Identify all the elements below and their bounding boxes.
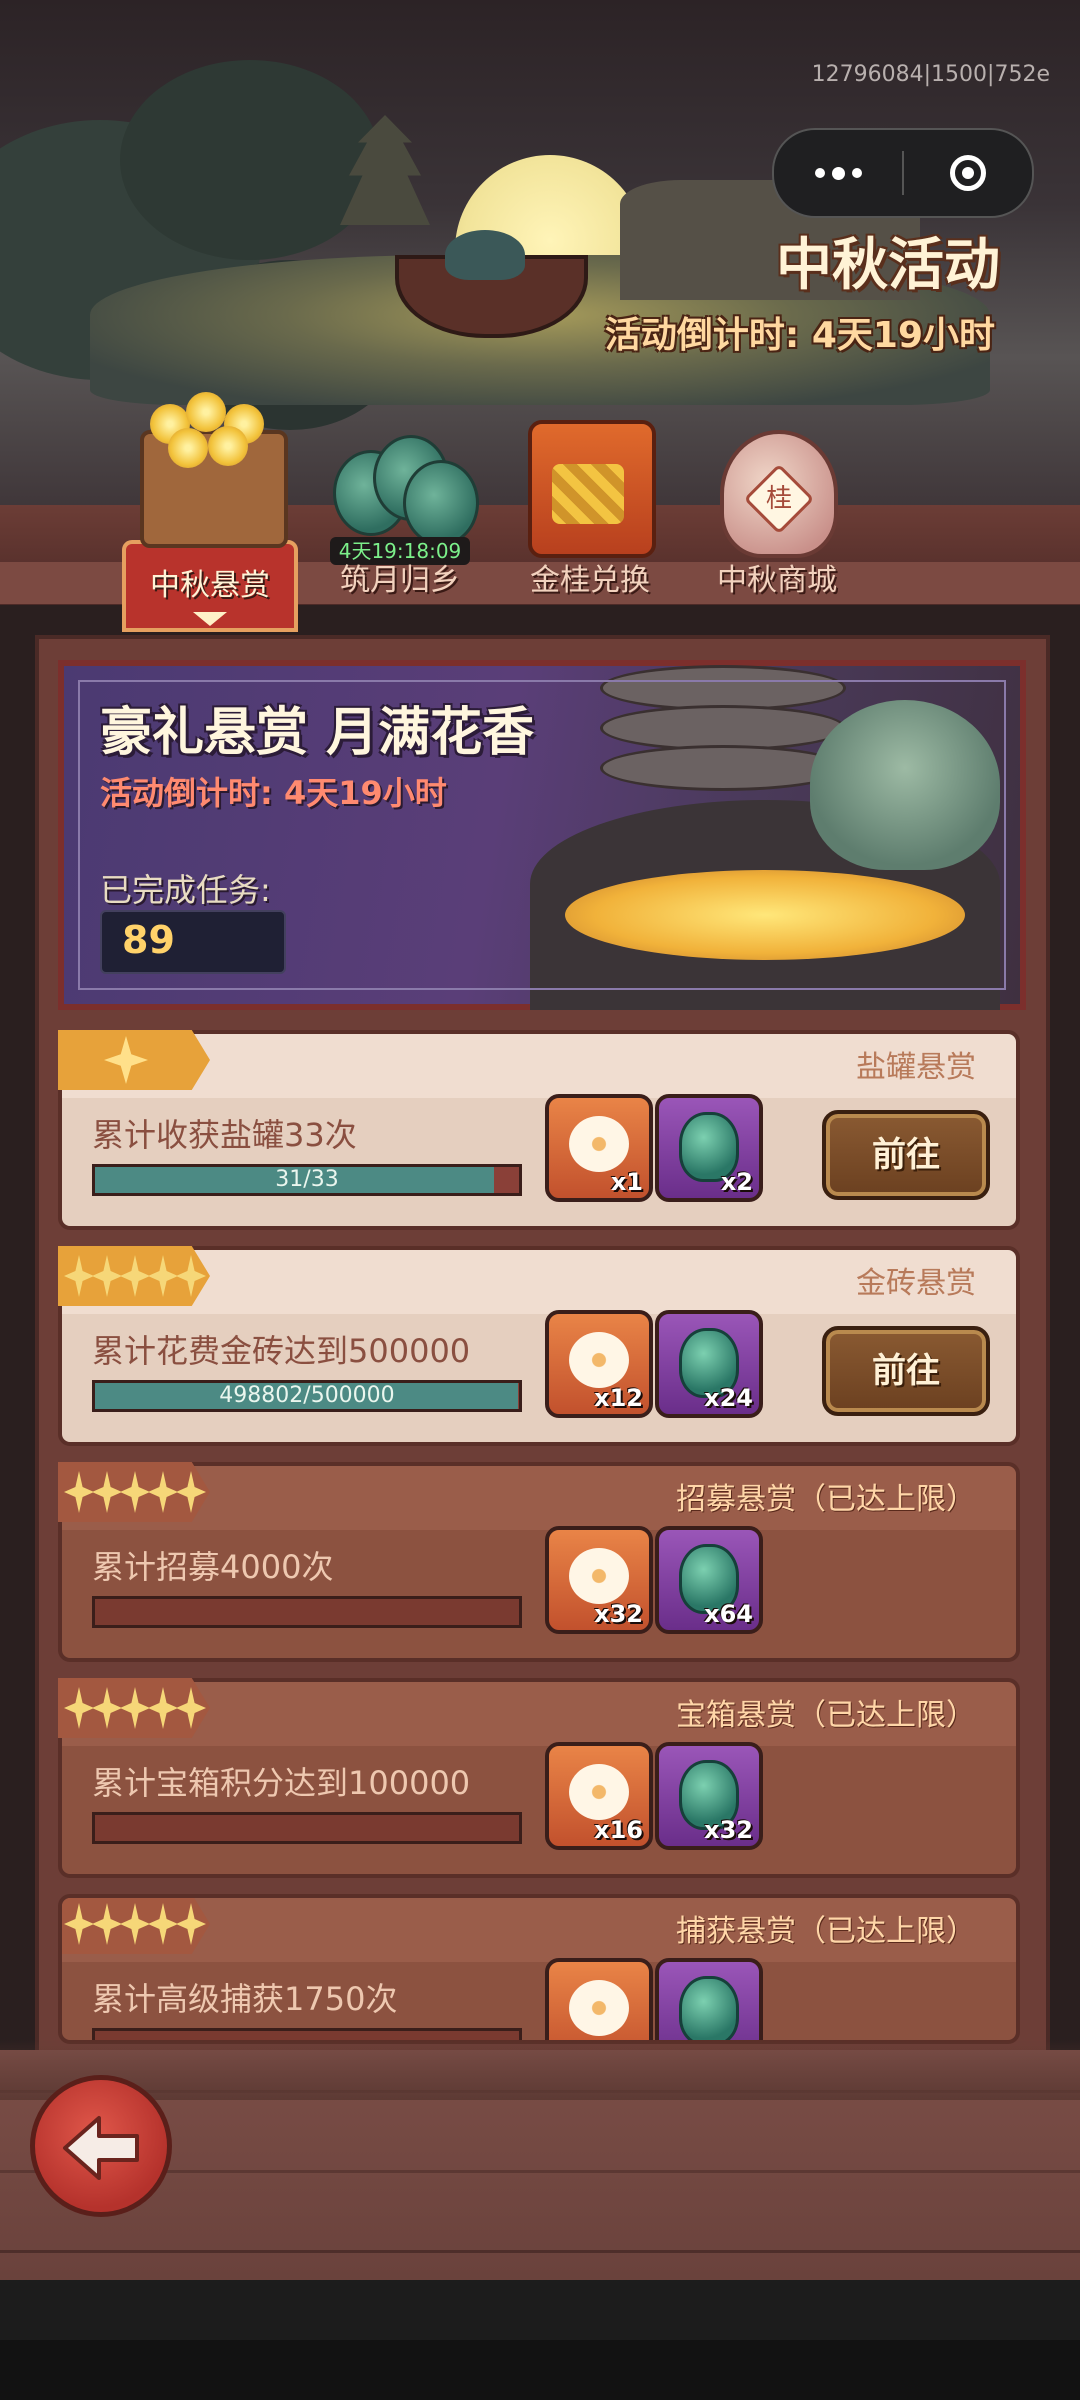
more-icon[interactable] — [774, 130, 902, 216]
go-button[interactable]: 前往 — [822, 1326, 990, 1416]
reward-flower[interactable] — [545, 1958, 653, 2040]
progress-bar — [92, 1596, 522, 1628]
completed-tasks-value: 89 — [122, 918, 175, 962]
reward-jade[interactable]: x64 — [655, 1526, 763, 1634]
flower-icon — [569, 1116, 629, 1172]
difficulty-stars — [58, 1030, 210, 1090]
mini-program-capsule — [772, 128, 1034, 218]
go-button[interactable]: 前往 — [822, 1110, 990, 1200]
bounty-type: 金砖悬赏 — [856, 1266, 976, 1301]
gift-box-icon[interactable] — [528, 420, 656, 558]
reward-jade[interactable] — [655, 1958, 763, 2040]
jade-icon — [679, 1976, 739, 2040]
difficulty-stars — [58, 1462, 210, 1522]
reward-flower[interactable]: x1 — [545, 1094, 653, 1202]
bounty-type: 宝箱悬赏（已达上限） — [676, 1698, 976, 1733]
jade-tiles-icon[interactable] — [328, 430, 479, 546]
flower-icon — [569, 1548, 629, 1604]
difficulty-stars — [58, 1678, 210, 1738]
bounty-description: 累计花费金砖达到500000 — [92, 1332, 471, 1370]
bounty-row-capture: 捕获悬赏（已达上限） 累计高级捕获1750次 — [58, 1894, 1020, 2044]
wine-jar-icon[interactable]: 桂 — [720, 430, 838, 558]
back-button[interactable] — [30, 2075, 172, 2217]
flower-icon — [569, 1764, 629, 1820]
bounty-row-recruit: 招募悬赏（已达上限） 累计招募4000次 x32 x64 — [58, 1462, 1020, 1662]
reward-flower[interactable]: x12 — [545, 1310, 653, 1418]
bounty-description: 累计宝箱积分达到100000 — [92, 1764, 471, 1802]
flower-icon — [569, 1980, 629, 2036]
debug-id-text: 12796084|1500|752e — [811, 62, 1050, 87]
progress-bar: 498802/500000 — [92, 1380, 522, 1412]
difficulty-stars — [62, 1898, 210, 1954]
star-icon — [104, 1036, 148, 1084]
reward-jade[interactable]: x24 — [655, 1310, 763, 1418]
progress-bar — [92, 1812, 522, 1844]
event-countdown: 活动倒计时: 4天19小时 — [604, 315, 995, 356]
completed-tasks-label: 已完成任务: — [100, 871, 271, 909]
osmanthus-basket-icon[interactable] — [140, 392, 288, 548]
tab-label: 中秋商城 — [717, 563, 837, 598]
bounty-description: 累计招募4000次 — [92, 1548, 334, 1586]
tab-label: 金桂兑换 — [530, 563, 650, 598]
bounty-row-gold-brick: 金砖悬赏 累计花费金砖达到500000 498802/500000 x12 x2… — [58, 1246, 1020, 1446]
bounty-description: 累计收获盐罐33次 — [92, 1116, 357, 1154]
progress-bar: 31/33 — [92, 1164, 522, 1196]
progress-text: 498802/500000 — [219, 1383, 395, 1408]
bounty-type: 招募悬赏（已达上限） — [676, 1482, 976, 1517]
bounty-type: 捕获悬赏（已达上限） — [676, 1914, 976, 1949]
bounty-row-salt-jar: 盐罐悬赏 累计收获盐罐33次 31/33 x1 x2 前往 — [58, 1030, 1020, 1230]
flower-icon — [569, 1332, 629, 1388]
banner-title: 豪礼悬赏 月满花香 — [100, 703, 535, 763]
bounty-type: 盐罐悬赏 — [856, 1050, 976, 1085]
difficulty-stars — [58, 1246, 210, 1306]
progress-text: 31/33 — [275, 1167, 339, 1192]
reward-flower[interactable]: x16 — [545, 1742, 653, 1850]
reward-jade[interactable]: x32 — [655, 1742, 763, 1850]
banner-countdown: 活动倒计时: 4天19小时 — [100, 774, 447, 812]
tab-label: 筑月归乡 — [340, 563, 460, 598]
event-title: 中秋活动 — [776, 233, 1000, 298]
tab-label: 中秋悬赏 — [150, 568, 270, 603]
reward-flower[interactable]: x32 — [545, 1526, 653, 1634]
back-arrow-icon — [63, 2116, 139, 2180]
bounty-row-treasure-chest: 宝箱悬赏（已达上限） 累计宝箱积分达到100000 x16 x32 — [58, 1678, 1020, 1878]
reward-jade[interactable]: x2 — [655, 1094, 763, 1202]
bounty-description: 累计高级捕获1750次 — [92, 1980, 398, 2018]
close-miniprogram-icon[interactable] — [904, 130, 1032, 216]
